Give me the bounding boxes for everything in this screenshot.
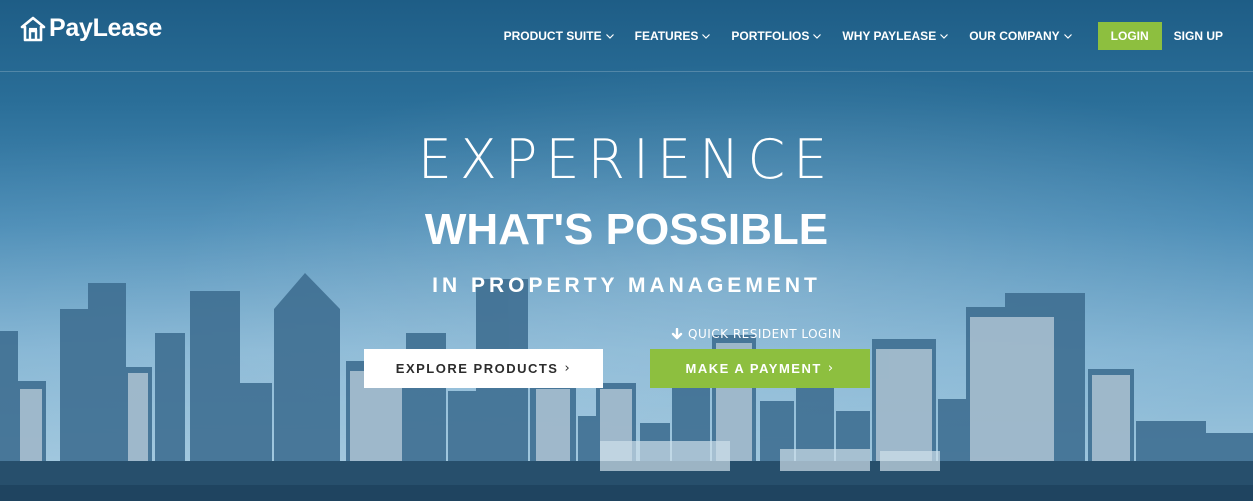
chevron-down-icon	[605, 33, 614, 39]
explore-products-button[interactable]: EXPLORE PRODUCTS ›	[364, 349, 603, 388]
nav-features[interactable]: FEATURES	[635, 22, 711, 50]
explore-products-label: EXPLORE PRODUCTS	[395, 361, 559, 376]
house-logo-icon	[20, 16, 46, 41]
headline-experience: EXPERIENCE	[417, 128, 836, 191]
nav-item-label: PORTFOLIOS	[731, 29, 810, 43]
hero-banner: PayLease PRODUCT SUITE FEATURES PORTFOLI…	[0, 0, 1253, 501]
make-a-payment-label: MAKE A PAYMENT	[685, 361, 822, 376]
chevron-down-icon	[940, 33, 949, 39]
city-skyline-background	[0, 273, 1253, 501]
login-button[interactable]: LOGIN	[1097, 22, 1162, 50]
nav-item-label: WHY PAYLEASE	[842, 29, 937, 43]
nav-product-suite[interactable]: PRODUCT SUITE	[504, 22, 614, 50]
chevron-right-icon: ›	[827, 361, 835, 376]
make-a-payment-button[interactable]: MAKE A PAYMENT ›	[650, 349, 870, 388]
quick-resident-login-label: QUICK RESIDENT LOGIN	[688, 327, 842, 341]
nav-item-label: OUR COMPANY	[969, 29, 1060, 43]
quick-resident-login-link[interactable]: QUICK RESIDENT LOGIN	[671, 327, 841, 341]
main-menu: PRODUCT SUITE FEATURES PORTFOLIOS WHY PA…	[483, 22, 1223, 50]
arrow-down-icon	[671, 328, 683, 340]
headline-whats-possible: WHAT'S POSSIBLE	[424, 205, 829, 254]
signup-link[interactable]: SIGN UP	[1174, 22, 1223, 50]
nav-item-label: PRODUCT SUITE	[503, 29, 602, 43]
headline-property-management: IN PROPERTY MANAGEMENT	[432, 274, 821, 297]
nav-item-label: FEATURES	[634, 29, 699, 43]
chevron-right-icon: ›	[564, 361, 572, 376]
nav-portfolios[interactable]: PORTFOLIOS	[731, 22, 822, 50]
chevron-down-icon	[813, 33, 822, 39]
top-navigation: PayLease PRODUCT SUITE FEATURES PORTFOLI…	[0, 0, 1253, 72]
paylease-logo[interactable]: PayLease	[20, 14, 162, 43]
chevron-down-icon	[702, 33, 711, 39]
logo-text: PayLease	[49, 14, 162, 42]
nav-why-paylease[interactable]: WHY PAYLEASE	[842, 22, 949, 50]
nav-our-company[interactable]: OUR COMPANY	[969, 22, 1072, 50]
chevron-down-icon	[1063, 33, 1072, 39]
